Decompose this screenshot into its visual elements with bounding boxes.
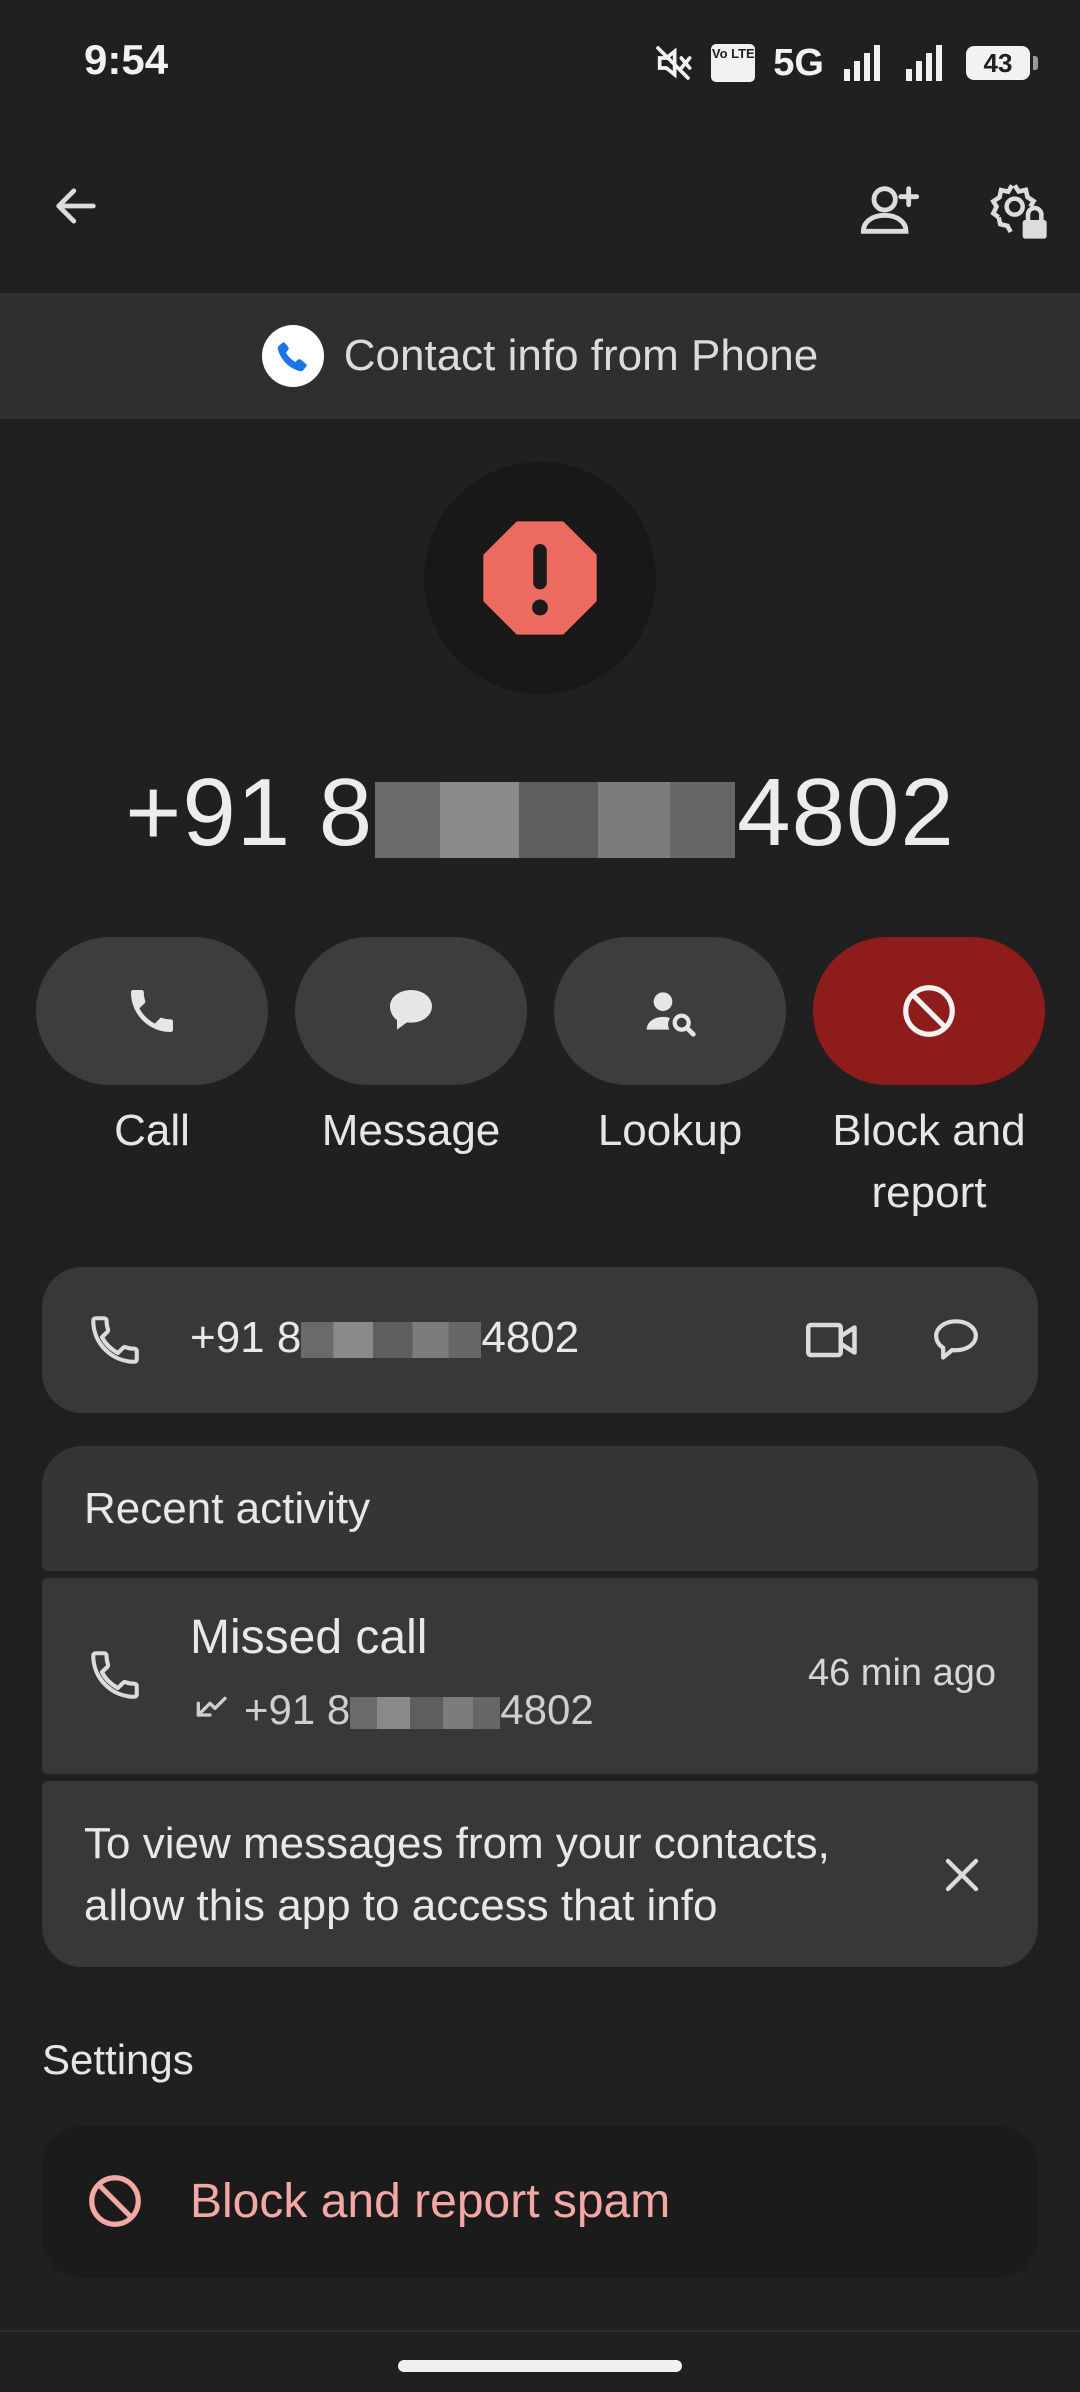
block-spam-label: Block and report spam	[190, 2175, 671, 2228]
close-icon	[945, 1858, 979, 1892]
status-icons: Vo LTE 5G 43	[653, 38, 1038, 88]
signal-icon	[844, 45, 880, 81]
phone-row-suffix: 4802	[481, 1313, 580, 1362]
phone-number-row[interactable]: +91 8 4802	[42, 1267, 1038, 1413]
permission-text: To view messages from your contacts, all…	[84, 1819, 830, 1930]
missed-call-detail: +91 8 4802	[190, 1686, 594, 1734]
recent-activity-header: Recent activity	[42, 1446, 1038, 1571]
back-button[interactable]	[40, 170, 112, 242]
status-time: 9:54	[84, 36, 169, 83]
signal-icon-2	[906, 45, 942, 81]
number-prefix: +91 8	[125, 759, 374, 866]
number-suffix: 4802	[737, 759, 955, 866]
redacted-block	[375, 781, 736, 858]
message-button[interactable]	[295, 937, 527, 1085]
permission-notice[interactable]: To view messages from your contacts, all…	[42, 1781, 1038, 1967]
lookup-button[interactable]	[554, 937, 786, 1085]
lookup-label: Lookup	[597, 1106, 743, 1155]
spam-avatar	[424, 462, 656, 694]
videocam-icon	[806, 1322, 857, 1358]
network-type: 5G	[773, 41, 824, 84]
person-search-icon	[646, 992, 696, 1037]
missed-call-arrow-icon	[196, 1696, 227, 1717]
missed-call-time: 46 min ago	[807, 1652, 996, 1694]
banner-text: Contact info from Phone	[343, 331, 819, 380]
settings-lock-button[interactable]	[980, 172, 1060, 252]
video-call-button[interactable]	[792, 1300, 872, 1380]
sms-button[interactable]	[916, 1300, 996, 1380]
dismiss-button[interactable]	[922, 1835, 1002, 1915]
settings-title: Settings	[42, 2036, 194, 2083]
alert-octagon-icon	[483, 521, 597, 635]
redacted-block	[350, 1696, 501, 1729]
block-report-button[interactable]	[813, 937, 1045, 1085]
block-icon	[903, 985, 955, 1037]
chat-bubble-icon	[390, 990, 432, 1030]
redacted-block	[301, 1322, 482, 1359]
message-label: Message	[321, 1106, 501, 1155]
phone-row-prefix: +91 8	[190, 1313, 302, 1362]
phone-app-logo-icon	[261, 325, 324, 387]
call-label: Call	[114, 1106, 190, 1155]
phone-outline-icon	[91, 1651, 139, 1699]
battery-icon: 43	[966, 46, 1038, 80]
phone-outline-icon	[91, 1316, 139, 1364]
call-button[interactable]	[36, 937, 268, 1085]
missed-call-row[interactable]: Missed call +91 8 4802 46 min ago	[42, 1578, 1038, 1774]
block-spam-row[interactable]: Block and report spam	[42, 2126, 1038, 2278]
home-indicator[interactable]	[398, 2360, 682, 2372]
bottom-divider	[0, 2330, 1080, 2332]
message-outline-icon	[934, 1319, 978, 1360]
block-icon	[89, 2175, 141, 2227]
phone-icon	[131, 990, 173, 1032]
volte-badge: Vo LTE	[711, 44, 756, 82]
missed-call-prefix: +91 8	[244, 1686, 351, 1733]
phone-row-number: +91 8 4802	[190, 1313, 579, 1363]
mute-icon	[656, 46, 692, 80]
missed-call-suffix: 4802	[500, 1686, 594, 1733]
add-contact-button[interactable]	[852, 172, 928, 248]
recent-activity-title: Recent activity	[84, 1484, 371, 1533]
person-add-icon	[860, 186, 920, 234]
block-report-label: Block and report	[832, 1106, 1026, 1217]
gear-lock-icon	[990, 184, 1047, 239]
missed-call-title: Missed call	[190, 1611, 428, 1664]
contact-number: +91 8 4802	[0, 758, 1080, 868]
contact-source-banner: Contact info from Phone	[0, 293, 1080, 419]
arrow-back-icon	[56, 188, 96, 224]
